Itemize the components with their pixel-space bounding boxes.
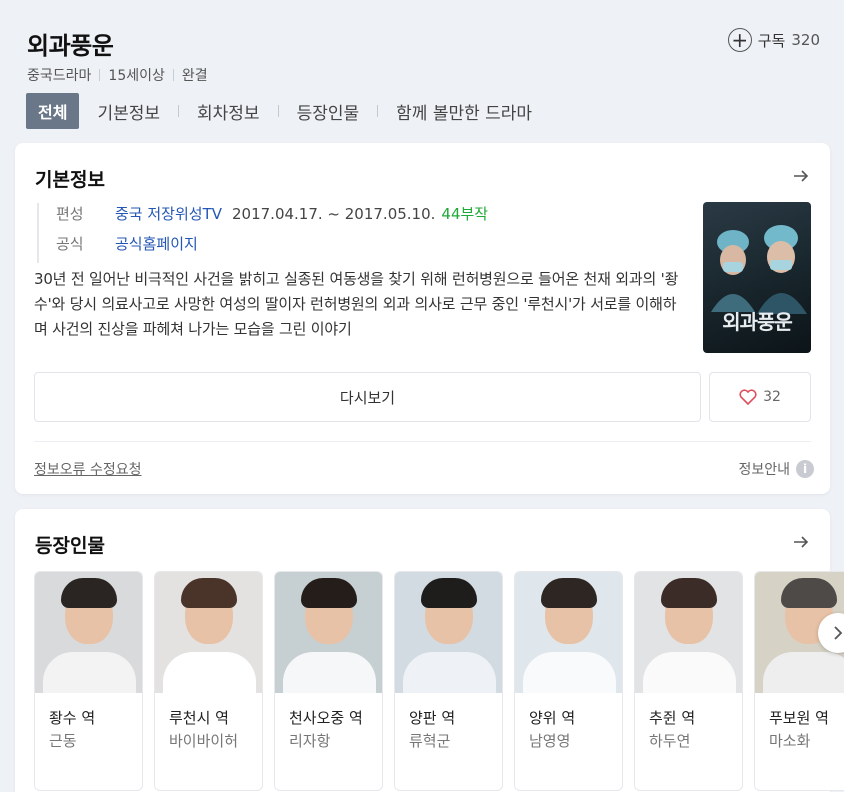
- tab-episodes[interactable]: 회차정보: [197, 99, 260, 124]
- photo-body: [403, 652, 496, 693]
- cast-role: 양위 역: [529, 709, 576, 727]
- cast-role-block: 푸보원 역마소화: [769, 707, 844, 753]
- info-guide-button[interactable]: 정보안내 i: [738, 459, 814, 479]
- like-button[interactable]: 32: [709, 372, 811, 422]
- cast-role: 루천시 역: [169, 709, 229, 727]
- meta-divider: [172, 69, 174, 81]
- cast-actor[interactable]: 바이바이허: [169, 729, 259, 753]
- heart-icon: [739, 389, 757, 405]
- poster-title: 외과풍운: [722, 310, 793, 334]
- subscribe-button[interactable]: + 구독 320: [727, 28, 820, 52]
- broadcast-dates: 2017.04.17. ~ 2017.05.10.: [232, 205, 436, 223]
- photo-hair: [541, 578, 597, 608]
- chevron-right-icon: [834, 626, 843, 640]
- cast-photo: [395, 572, 502, 693]
- photo-hair: [781, 578, 837, 608]
- cast-role-block: 추쥔 역하두연: [649, 707, 739, 753]
- meta-genre: 중국드라마: [27, 68, 92, 84]
- basic-info-card: 기본정보 편성 중국 저장위성TV 2017.04.17. ~ 2017.05.…: [15, 143, 830, 494]
- subscribe-label: 구독: [757, 31, 786, 50]
- cast-member-card[interactable]: 양판 역류혁군: [394, 571, 503, 791]
- tab-basic-info[interactable]: 기본정보: [97, 99, 160, 124]
- tab-similar[interactable]: 함께 볼만한 드라마: [396, 99, 532, 124]
- cast-role: 천사오중 역: [289, 709, 363, 727]
- official-row: 공식 공식홈페이지: [56, 233, 488, 255]
- tab-divider: [377, 105, 379, 117]
- arrow-right-icon[interactable]: [792, 533, 810, 551]
- poster-image[interactable]: 외과풍운: [703, 202, 811, 353]
- photo-hair: [181, 578, 237, 608]
- cast-member-card[interactable]: 좡수 역근동: [34, 571, 143, 791]
- meta-divider: [99, 69, 101, 81]
- official-label: 공식: [56, 235, 84, 253]
- synopsis: 30년 전 일어난 비극적인 사건을 밝히고 실종된 여동생을 찾기 위해 런허…: [34, 270, 679, 338]
- broadcast-row: 편성 중국 저장위성TV 2017.04.17. ~ 2017.05.10. 4…: [56, 203, 488, 225]
- arrow-right-icon[interactable]: [792, 167, 810, 185]
- cast-actor[interactable]: 류혁군: [409, 729, 499, 753]
- cast-actor[interactable]: 근동: [49, 729, 139, 753]
- cast-role-block: 양판 역류혁군: [409, 707, 499, 753]
- cast-list: 좡수 역근동 루천시 역바이바이허 천사오중 역리자항 양판 역류혁군 양위 역남영영 추…: [34, 571, 844, 791]
- like-count: 32: [763, 389, 781, 405]
- broadcast-channel-link[interactable]: 중국 저장위성TV: [115, 203, 222, 225]
- cast-role: 푸보원 역: [769, 709, 829, 727]
- photo-body: [763, 652, 844, 693]
- report-error-link[interactable]: 정보오류 수정요청: [34, 459, 142, 479]
- meta-rating: 15세이상: [108, 68, 165, 84]
- cast-member-card[interactable]: 천사오중 역리자항: [274, 571, 383, 791]
- cast-photo: [155, 572, 262, 693]
- photo-body: [523, 652, 616, 693]
- cast-photo: [275, 572, 382, 693]
- tab-all[interactable]: 전체: [26, 93, 80, 129]
- photo-body: [283, 652, 376, 693]
- drama-header: 외과풍운 + 구독 320 중국드라마 15세이상 완결 전체 기본정보 회차정…: [0, 0, 844, 140]
- photo-hair: [301, 578, 357, 608]
- cast-role-block: 루천시 역바이바이허: [169, 707, 259, 753]
- photo-body: [163, 652, 256, 693]
- tab-cast[interactable]: 등장인물: [297, 99, 360, 124]
- cast-actor[interactable]: 남영영: [529, 729, 619, 753]
- tab-bar: 전체 기본정보 회차정보 등장인물 함께 볼만한 드라마: [26, 93, 532, 129]
- basic-info-title: 기본정보: [35, 169, 105, 191]
- meta-status: 완결: [181, 68, 208, 84]
- tab-divider: [277, 105, 279, 117]
- info-guide-label: 정보안내: [738, 462, 790, 478]
- official-homepage-link[interactable]: 공식홈페이지: [115, 233, 198, 255]
- divider: [34, 441, 811, 442]
- cast-photo: [515, 572, 622, 693]
- drama-meta: 중국드라마 15세이상 완결: [27, 65, 208, 85]
- rewatch-button[interactable]: 다시보기: [34, 372, 701, 422]
- cast-member-card[interactable]: 루천시 역바이바이허: [154, 571, 263, 791]
- episode-count: 44부작: [441, 205, 489, 223]
- cast-actor[interactable]: 리자항: [289, 729, 379, 753]
- photo-hair: [661, 578, 717, 608]
- cast-role: 추쥔 역: [649, 709, 696, 727]
- cast-actor[interactable]: 마소화: [769, 729, 844, 753]
- cast-role-block: 천사오중 역리자항: [289, 707, 379, 753]
- cast-photo: [635, 572, 742, 693]
- photo-body: [43, 652, 136, 693]
- cast-role-block: 좡수 역근동: [49, 707, 139, 753]
- cast-member-card[interactable]: 양위 역남영영: [514, 571, 623, 791]
- info-list: 편성 중국 저장위성TV 2017.04.17. ~ 2017.05.10. 4…: [37, 203, 488, 263]
- cast-title: 등장인물: [35, 535, 105, 557]
- cast-role-block: 양위 역남영영: [529, 707, 619, 753]
- photo-hair: [61, 578, 117, 608]
- cast-member-card[interactable]: 푸보원 역마소화: [754, 571, 844, 791]
- cast-member-card[interactable]: 추쥔 역하두연: [634, 571, 743, 791]
- cast-photo: [35, 572, 142, 693]
- cast-role: 좡수 역: [49, 709, 96, 727]
- plus-icon: +: [727, 28, 752, 52]
- photo-hair: [421, 578, 477, 608]
- photo-body: [643, 652, 736, 693]
- page-title: 외과풍운: [27, 32, 114, 60]
- cast-actor[interactable]: 하두연: [649, 729, 739, 753]
- broadcast-label: 편성: [56, 205, 84, 223]
- info-icon: i: [796, 460, 814, 478]
- subscribe-count: 320: [791, 31, 820, 49]
- tab-divider: [178, 105, 180, 117]
- cast-role: 양판 역: [409, 709, 456, 727]
